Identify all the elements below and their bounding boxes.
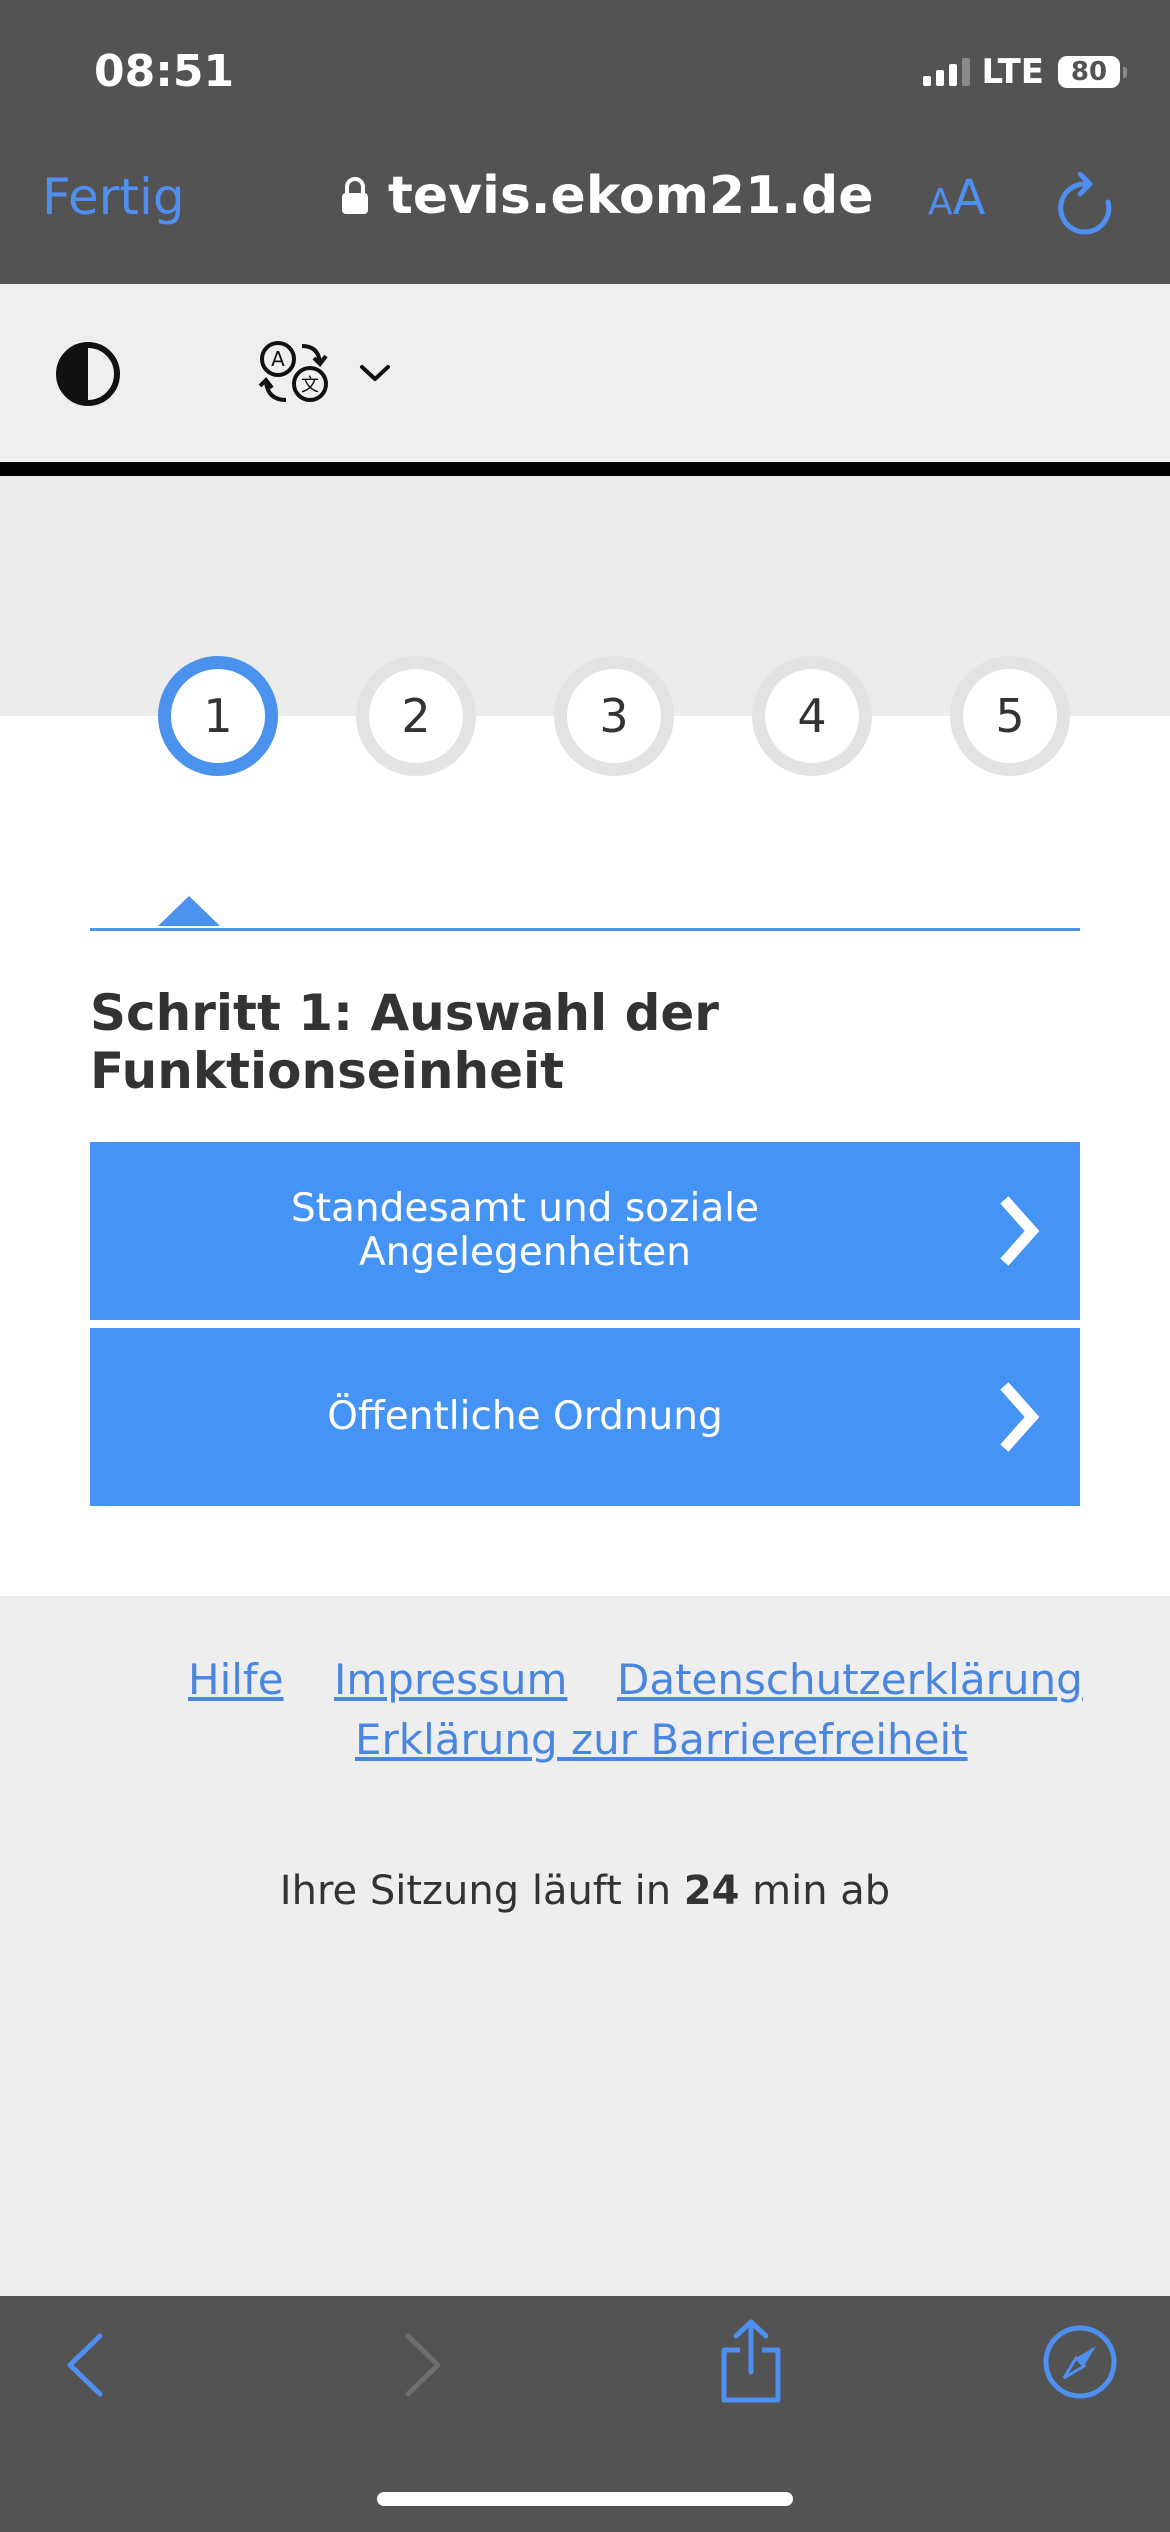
step-number: 5 [995, 689, 1025, 743]
language-selector[interactable]: A 文 [252, 334, 392, 412]
step-4[interactable]: 4 [752, 656, 872, 776]
session-suffix: min ab [739, 1868, 891, 1914]
link-impressum[interactable]: Impressum [334, 1655, 567, 1704]
translate-icon: A 文 [258, 341, 328, 402]
option-standesamt[interactable]: Standesamt und soziale Angelegenheiten [90, 1142, 1080, 1320]
network-type: LTE [981, 52, 1044, 92]
url-text: tevis.ekom21.de [388, 166, 874, 226]
page-title: Schritt 1: Auswahl der Funktionseinheit [90, 984, 719, 1100]
session-timer: Ihre Sitzung läuft in 24 min ab [0, 1868, 1170, 1914]
header-divider [0, 462, 1170, 476]
browser-bar: Fertig tevis.ekom21.de AA [0, 140, 1170, 284]
text-size-big-a: A [952, 170, 986, 226]
progress-stepper: 1 2 3 4 5 [0, 656, 1170, 780]
step-3[interactable]: 3 [554, 656, 674, 776]
option-oeffentliche-ordnung[interactable]: Öffentliche Ordnung [90, 1328, 1080, 1506]
status-indicators: LTE 80 [922, 52, 1127, 92]
step-1[interactable]: 1 [158, 656, 278, 776]
back-icon[interactable] [62, 2330, 108, 2400]
status-time: 08:51 [94, 46, 235, 97]
signal-icon [922, 58, 970, 86]
step-underline [90, 928, 1080, 931]
battery-level: 80 [1070, 57, 1108, 87]
step-number: 1 [203, 689, 233, 743]
chevron-right-icon [1000, 1382, 1040, 1452]
done-button[interactable]: Fertig [42, 168, 185, 226]
reload-icon[interactable] [1056, 172, 1116, 238]
step-number: 4 [797, 689, 827, 743]
status-bar: 08:51 LTE 80 [0, 0, 1170, 140]
text-size-button[interactable]: AA [928, 170, 985, 226]
home-indicator [377, 2492, 793, 2506]
contrast-icon[interactable] [54, 340, 122, 408]
session-minutes: 24 [683, 1868, 740, 1914]
address-bar[interactable]: tevis.ekom21.de [340, 166, 874, 226]
svg-text:A: A [271, 347, 285, 371]
step-5[interactable]: 5 [950, 656, 1070, 776]
forward-icon[interactable] [400, 2330, 446, 2400]
step-number: 3 [599, 689, 629, 743]
site-toolbar: A 文 [0, 284, 1170, 462]
share-icon[interactable] [716, 2316, 786, 2406]
active-step-caret [158, 896, 220, 926]
svg-text:文: 文 [301, 375, 319, 396]
text-size-small-a: A [928, 182, 953, 223]
option-label: Öffentliche Ordnung [327, 1394, 723, 1439]
link-barrierefreiheit[interactable]: Erklärung zur Barrierefreiheit [355, 1715, 968, 1764]
chevron-down-icon [360, 365, 390, 381]
session-prefix: Ihre Sitzung läuft in [279, 1868, 684, 1914]
chevron-right-icon [1000, 1196, 1040, 1266]
option-label: Standesamt und soziale Angelegenheiten [290, 1186, 760, 1275]
link-datenschutz[interactable]: Datenschutzerklärung [617, 1655, 1083, 1704]
lock-icon [342, 177, 368, 214]
step-number: 2 [401, 689, 431, 743]
compass-icon[interactable] [1040, 2322, 1120, 2402]
battery-icon: 80 [1058, 56, 1127, 88]
link-hilfe[interactable]: Hilfe [188, 1655, 284, 1704]
step-2[interactable]: 2 [356, 656, 476, 776]
